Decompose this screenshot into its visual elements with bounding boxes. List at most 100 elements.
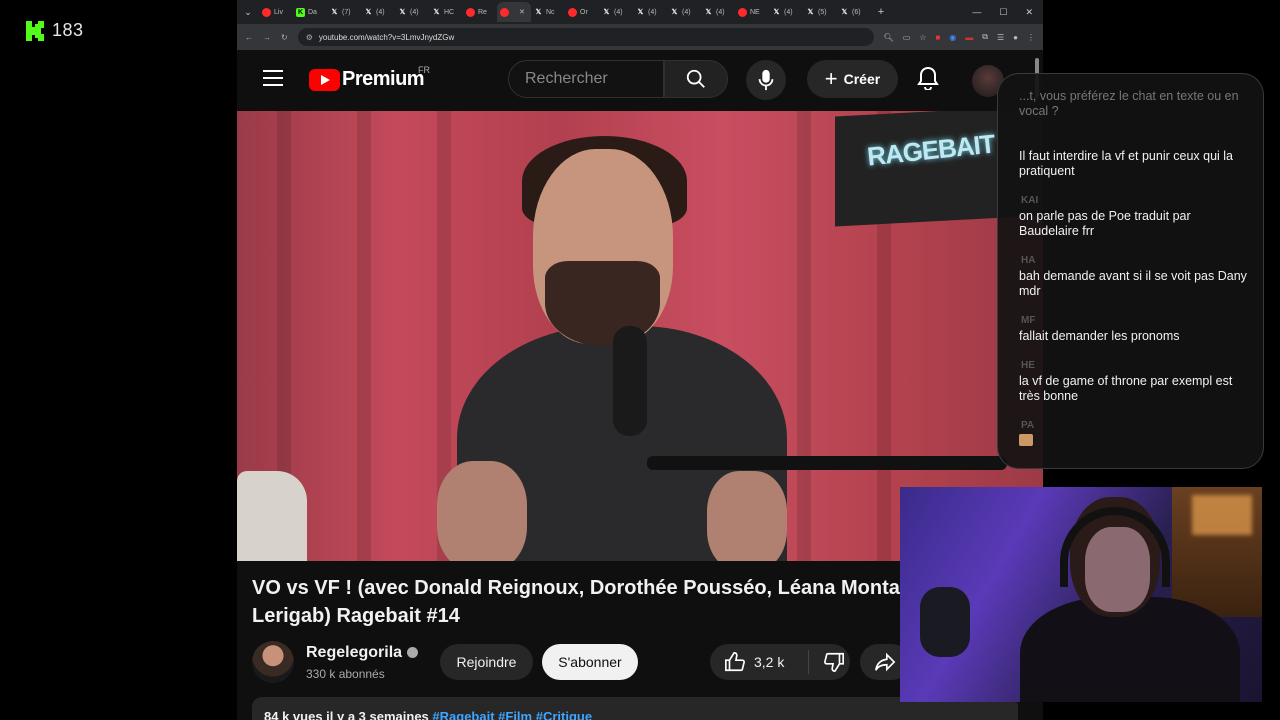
zoom-icon[interactable]: 🔍︎ (884, 33, 894, 42)
subscriber-count: 330 k abonnés (306, 667, 385, 681)
url-field[interactable]: ⚙ youtube.com/watch?v=3LmvJnydZGw (297, 28, 874, 46)
search-input[interactable]: Rechercher (508, 60, 664, 98)
extension-blue-icon[interactable]: ◉ (949, 33, 956, 42)
chat-username: HE (1021, 360, 1035, 371)
youtube-premium-logo[interactable]: Premium FR (309, 65, 430, 91)
create-button[interactable]: + Créer (807, 60, 898, 98)
voice-search-button[interactable] (746, 60, 786, 100)
minimize-icon[interactable]: — (972, 7, 981, 18)
thumbs-down-icon (824, 652, 844, 672)
person-arm-right (707, 471, 787, 561)
chat-username: PA (1021, 420, 1035, 431)
search-button[interactable] (664, 60, 728, 98)
browser-tab[interactable]: 𝕏 (4) (701, 2, 735, 22)
forward-icon[interactable]: → (263, 33, 271, 42)
tab-label: Or (580, 8, 588, 16)
like-count: 3,2 k (754, 654, 785, 670)
x-icon: 𝕏 (637, 8, 644, 16)
chat-message: ...t, vous préférez le chat en texte ou … (1019, 89, 1239, 118)
create-label: Créer (843, 71, 881, 87)
kick-viewer-badge: 183 (26, 20, 84, 41)
chat-message: Il faut interdire la vf et punir ceux qu… (1019, 149, 1234, 178)
like-dislike-group: 3,2 k (710, 644, 850, 680)
tab-label: (5) (818, 8, 827, 16)
url-text: youtube.com/watch?v=3LmvJnydZGw (318, 32, 455, 42)
browser-tab[interactable]: 𝕏 (7) (327, 2, 361, 22)
site-info-icon[interactable]: ⚙ (306, 33, 313, 42)
tab-close-icon[interactable]: ✕ (519, 8, 525, 16)
x-icon: 𝕏 (705, 8, 712, 16)
browser-tab[interactable]: 𝕏 HC (429, 2, 463, 22)
curtain-fold (797, 111, 811, 561)
browser-tab[interactable]: 𝕏 (4) (395, 2, 429, 22)
chat-message: la vf de game of throne par exempl est t… (1019, 374, 1233, 403)
reading-list-icon[interactable]: ☰ (997, 33, 1004, 42)
tab-label: Liv (274, 8, 283, 16)
browser-tab[interactable]: K Da (293, 2, 327, 22)
profile-icon[interactable]: ● (1013, 33, 1018, 42)
bookmark-star-icon[interactable]: ☆ (919, 33, 926, 42)
tab-search-icon[interactable]: ⌄ (237, 7, 259, 18)
tab-label: (4) (784, 8, 793, 16)
window-controls: — ☐ ✕ (972, 7, 1043, 18)
extension-ublock-icon[interactable]: ▬ (965, 33, 973, 42)
hamburger-menu-icon[interactable] (263, 70, 283, 86)
kick-icon: K (296, 7, 305, 17)
subscribe-button[interactable]: S'abonner (542, 644, 638, 680)
lamp-shape (237, 471, 307, 561)
share-arrow-icon (875, 652, 896, 672)
browser-tab[interactable]: NE (735, 2, 769, 22)
chat-message: on parle pas de Poe traduit par Baudelai… (1019, 209, 1191, 238)
browser-tab[interactable]: 𝕏 (4) (667, 2, 701, 22)
browser-tab[interactable]: Or (565, 2, 599, 22)
dislike-button[interactable] (809, 651, 845, 673)
browser-tab[interactable]: 𝕏 (4) (633, 2, 667, 22)
browser-tab[interactable]: 𝕏 (4) (361, 2, 395, 22)
like-button[interactable]: 3,2 k (710, 651, 804, 673)
address-bar: ← → ↻ ⚙ youtube.com/watch?v=3LmvJnydZGw … (237, 24, 1043, 50)
youtube-icon (262, 7, 271, 17)
description-meta: 84 k vues il y a 3 semaines (264, 709, 429, 720)
tab-label: Da (308, 8, 317, 16)
youtube-header: Premium FR Rechercher + Créer (237, 50, 1043, 110)
streamer-microphone (920, 587, 970, 657)
browser-tab[interactable]: Liv (259, 2, 293, 22)
browser-tab[interactable]: 𝕏 (5) (803, 2, 837, 22)
tab-label: (4) (614, 8, 623, 16)
curtain-fold (357, 111, 371, 561)
channel-name[interactable]: Regelegorila (306, 644, 419, 662)
x-icon: 𝕏 (433, 8, 440, 16)
tab-label: (4) (682, 8, 691, 16)
close-icon[interactable]: ✕ (1025, 7, 1033, 18)
new-tab-button[interactable]: + (871, 6, 891, 18)
tab-label: (4) (716, 8, 725, 16)
youtube-icon (466, 7, 475, 17)
tab-label: HC (444, 8, 455, 16)
browser-tab[interactable]: 𝕏 Nc (531, 2, 565, 22)
chat-message: fallait demander les pronoms (1019, 329, 1180, 343)
channel-avatar[interactable] (252, 641, 294, 683)
tab-label: (4) (410, 8, 419, 16)
notifications-button[interactable] (917, 66, 939, 95)
tab-label: (6) (852, 8, 861, 16)
browser-tab[interactable]: 𝕏 (4) (599, 2, 633, 22)
browser-tab[interactable]: 𝕏 (6) (837, 2, 871, 22)
browser-tab[interactable]: ✕ (497, 2, 531, 22)
back-icon[interactable]: ← (245, 33, 253, 42)
browser-tab[interactable]: Re (463, 2, 497, 22)
maximize-icon[interactable]: ☐ (999, 7, 1007, 18)
x-icon: 𝕏 (399, 8, 406, 16)
browser-menu-icon[interactable]: ⋮ (1027, 33, 1035, 42)
join-button[interactable]: Rejoindre (440, 644, 533, 680)
extension-red-icon[interactable]: ■ (935, 33, 940, 42)
chat-message: bah demande avant si il se voit pas Dany… (1019, 269, 1247, 298)
description-tags[interactable]: #Ragebait #Film #Critique (432, 709, 592, 720)
cast-icon[interactable]: ▭ (903, 33, 911, 42)
browser-tab[interactable]: 𝕏 (4) (769, 2, 803, 22)
channel-name-text: Regelegorila (306, 644, 403, 661)
reload-icon[interactable]: ↻ (281, 33, 288, 42)
podcast-microphone (613, 326, 647, 436)
chat-username: HA (1021, 255, 1036, 266)
extensions-puzzle-icon[interactable]: ⧉ (982, 32, 988, 42)
person-arm-left (437, 461, 527, 561)
